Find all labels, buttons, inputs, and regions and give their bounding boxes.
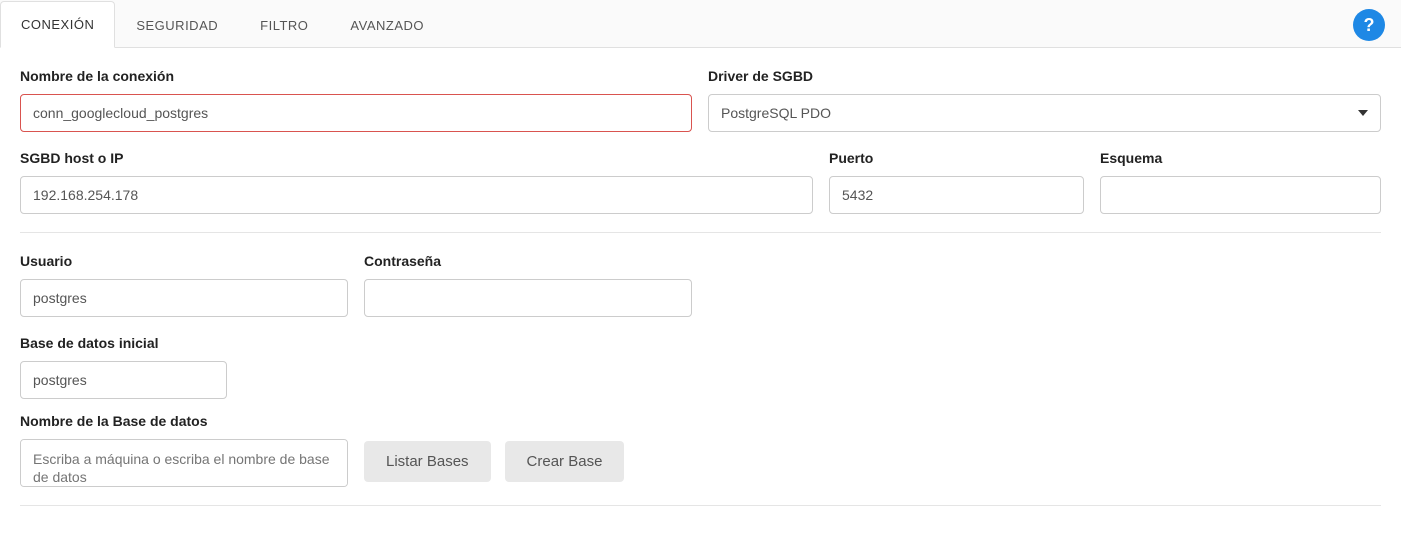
db-name-input[interactable] [20,439,348,487]
user-label: Usuario [20,253,348,269]
driver-select[interactable]: PostgreSQL PDO [708,94,1381,132]
host-input[interactable] [20,176,813,214]
help-icon: ? [1364,15,1375,36]
help-button[interactable]: ? [1353,9,1385,41]
divider-bottom [20,505,1381,506]
password-label: Contraseña [364,253,692,269]
tab-filter[interactable]: FILTRO [239,2,329,48]
db-name-label: Nombre de la Base de datos [20,413,348,429]
connection-name-input[interactable] [20,94,692,132]
password-input[interactable] [364,279,692,317]
schema-input[interactable] [1100,176,1381,214]
port-label: Puerto [829,150,1084,166]
port-input[interactable] [829,176,1084,214]
host-label: SGBD host o IP [20,150,813,166]
tabs-bar: CONEXIÓN SEGURIDAD FILTRO AVANZADO ? [0,0,1401,48]
create-base-button[interactable]: Crear Base [505,441,625,482]
initial-db-input[interactable] [20,361,227,399]
driver-label: Driver de SGBD [708,68,1381,84]
schema-label: Esquema [1100,150,1381,166]
connection-name-label: Nombre de la conexión [20,68,692,84]
divider [20,232,1381,233]
tab-connection[interactable]: CONEXIÓN [0,1,115,48]
user-input[interactable] [20,279,348,317]
list-bases-button[interactable]: Listar Bases [364,441,491,482]
tab-advanced[interactable]: AVANZADO [329,2,445,48]
form-content: Nombre de la conexión Driver de SGBD Pos… [0,48,1401,546]
tab-security[interactable]: SEGURIDAD [115,2,239,48]
initial-db-label: Base de datos inicial [20,335,227,351]
